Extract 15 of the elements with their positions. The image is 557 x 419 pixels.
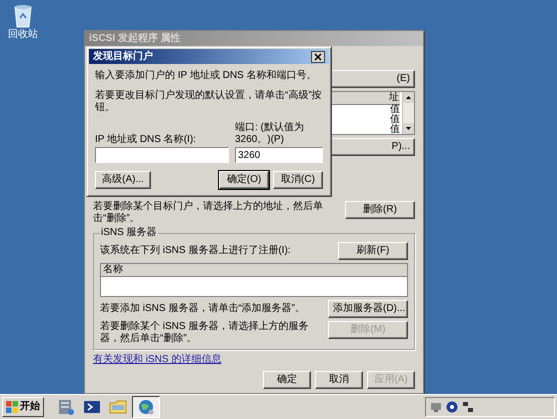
intro-text: 输入要添加门户的 IP 地址或 DNS 名称和端口号。 — [95, 70, 318, 82]
column-header: 名称 — [101, 264, 407, 277]
list-cell: 值 — [390, 125, 400, 135]
icon-label: 回收站 — [8, 29, 38, 41]
field-label: 端口: (默认值为 3260。)(P) — [235, 122, 305, 146]
remove-server-hint: 若要删除某个 iSNS 服务器，请选择上方的服务器，然后单击“删除”。 — [100, 321, 310, 345]
list-cell: 值 — [390, 105, 400, 115]
dialog-title: 发现目标门户 — [93, 50, 153, 62]
add-server-hint: 若要添加 iSNS 服务器，请单击“添加服务器”。 — [100, 303, 306, 315]
list-cell: 值 — [390, 115, 400, 125]
registered-label: 该系统在下列 iSNS 服务器上进行了注册(I): — [100, 245, 292, 257]
window-title: iSCSI 发起程序 属性 — [85, 31, 423, 46]
group-title: iSNS 服务器 — [100, 227, 158, 239]
remove-portal-hint: 若要删除某个目标门户，请选择上方的地址，然后单击“删除”。 — [93, 201, 324, 225]
field-label: IP 地址或 DNS 名称(I): — [95, 134, 197, 146]
